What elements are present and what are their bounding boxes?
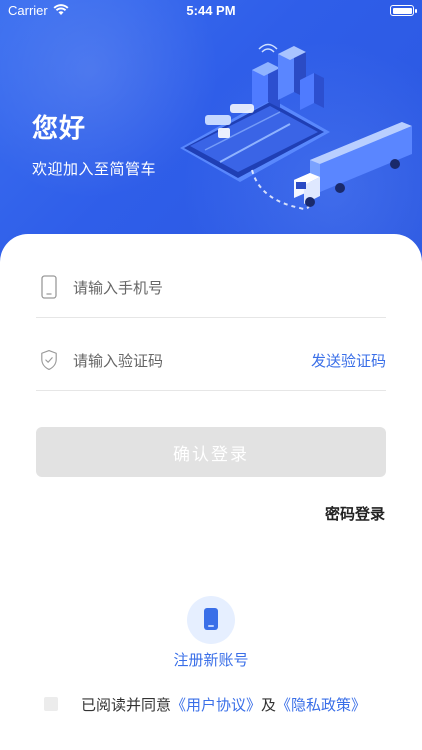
greeting-subtitle: 欢迎加入至简管车 [32,160,157,178]
code-input-placeholder: 请输入验证码 [73,352,164,370]
user-agreement-link[interactable]: 《用户协议》 [171,694,261,715]
agreement-row: 已阅读并同意 《用户协议》 及 《隐私政策》 [44,693,366,715]
status-time: 5:44 PM [186,3,236,18]
register-label[interactable]: 注册新账号 [0,649,422,670]
agreement-conjunction: 及 [261,695,277,714]
password-login-link[interactable]: 密码登录 [325,503,385,524]
send-code-button[interactable]: 发送验证码 [311,350,386,371]
status-bar: Carrier 5:44 PM [0,0,422,22]
privacy-policy-link[interactable]: 《隐私政策》 [276,694,366,715]
confirm-login-button[interactable]: 确认登录 [36,427,386,477]
greeting-title: 您好 [32,114,87,144]
shield-check-icon [41,349,57,371]
truck-city-illustration [180,43,412,210]
phone-input-placeholder: 请输入手机号 [73,279,164,297]
agreement-checkbox[interactable] [44,697,58,711]
mobile-phone-icon [41,275,57,299]
battery-icon [390,5,417,16]
verification-code-field[interactable]: 请输入验证码 发送验证码 [36,331,386,391]
agreement-prefix: 已阅读并同意 [81,695,172,714]
register-button[interactable] [187,596,235,644]
phone-field[interactable]: 请输入手机号 [36,258,386,318]
mobile-phone-icon [204,608,218,630]
